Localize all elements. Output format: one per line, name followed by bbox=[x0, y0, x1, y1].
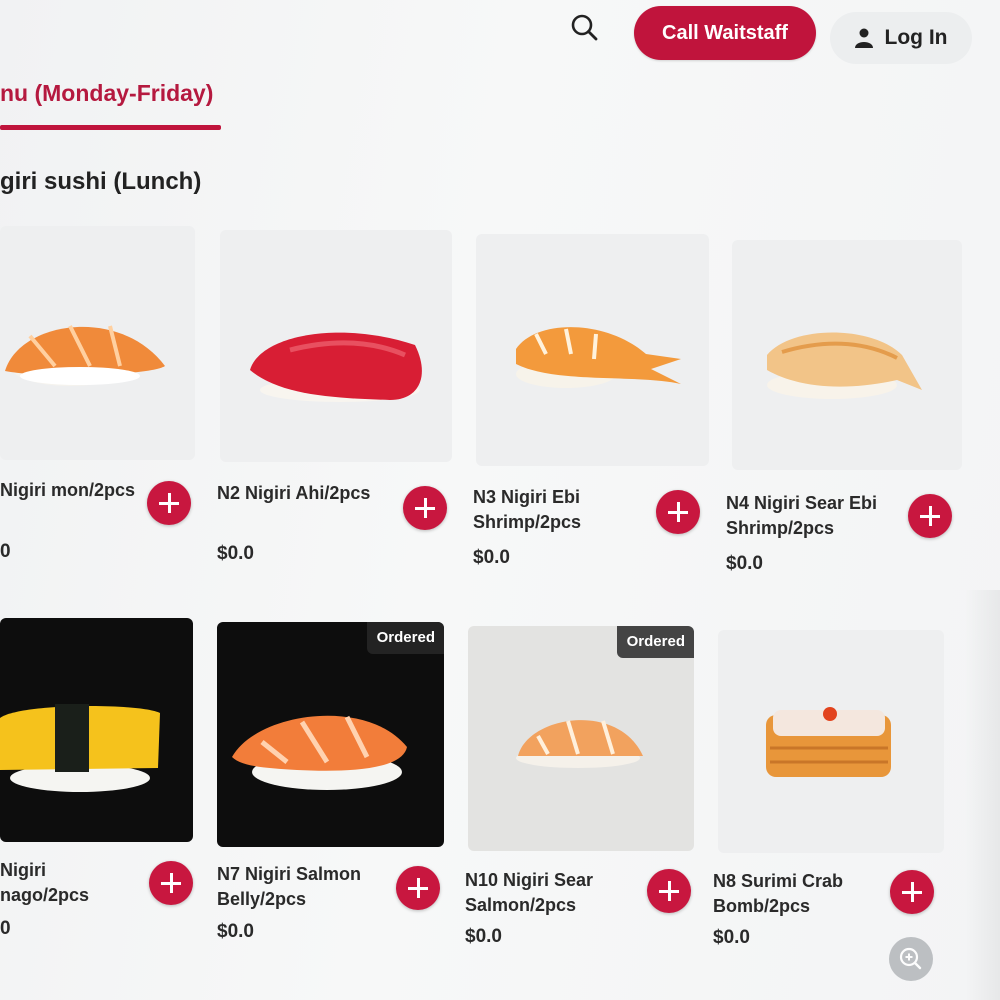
item-name: N10 Nigiri Sear Salmon/2pcs bbox=[465, 870, 594, 915]
seared-ebi-nigiri-image bbox=[767, 332, 922, 399]
add-item-button[interactable] bbox=[890, 870, 934, 914]
item-name: N8 Surimi Crab Bomb/2pcs bbox=[713, 871, 844, 916]
zoom-button[interactable] bbox=[889, 937, 933, 981]
salmon-belly-nigiri-image bbox=[232, 715, 407, 790]
add-item-button[interactable] bbox=[647, 869, 691, 913]
item-price: $0.0 bbox=[473, 547, 510, 568]
search-icon bbox=[571, 14, 598, 41]
search-button[interactable] bbox=[566, 10, 602, 46]
item-image[interactable]: Ordered bbox=[468, 626, 694, 851]
login-label: Log In bbox=[884, 26, 948, 49]
zoom-in-icon bbox=[899, 947, 922, 970]
add-item-button[interactable] bbox=[908, 494, 952, 538]
ordered-badge: Ordered bbox=[616, 626, 694, 658]
item-price: $0.0 bbox=[713, 927, 750, 948]
salmon-nigiri-image bbox=[5, 325, 165, 386]
tamago-nigiri-image bbox=[0, 704, 160, 792]
add-item-button[interactable] bbox=[396, 866, 440, 910]
item-price: $0.0 bbox=[217, 543, 254, 564]
item-price: $0.0 bbox=[217, 921, 254, 942]
item-image[interactable]: Ordered bbox=[217, 622, 444, 847]
user-icon bbox=[854, 28, 873, 48]
item-price: $0.0 bbox=[726, 553, 763, 574]
item-name: N2 Nigiri Ahi/2pcs bbox=[217, 483, 371, 503]
menu-screen: Call Waitstaff Log In nu (Monday-Friday)… bbox=[0, 0, 1000, 1000]
item-price: 0 bbox=[0, 541, 11, 562]
tab-active-indicator bbox=[0, 125, 221, 130]
item-image[interactable] bbox=[476, 234, 709, 466]
add-item-button[interactable] bbox=[403, 486, 447, 530]
item-image[interactable] bbox=[718, 630, 944, 853]
section-title: giri sushi (Lunch) bbox=[0, 168, 202, 195]
seared-salmon-nigiri-image bbox=[516, 720, 643, 768]
item-image[interactable] bbox=[0, 618, 193, 842]
call-waitstaff-button[interactable]: Call Waitstaff bbox=[634, 6, 816, 60]
edge-shadow bbox=[965, 590, 1000, 1000]
item-image[interactable] bbox=[732, 240, 962, 470]
item-name: Nigiri nago/2pcs bbox=[0, 860, 90, 905]
add-item-button[interactable] bbox=[149, 861, 193, 905]
ebi-shrimp-nigiri-image bbox=[516, 327, 681, 388]
add-item-button[interactable] bbox=[147, 481, 191, 525]
item-name: N7 Nigiri Salmon Belly/2pcs bbox=[217, 864, 362, 909]
item-name: N3 Nigiri Ebi Shrimp/2pcs bbox=[473, 487, 582, 532]
item-image[interactable] bbox=[0, 226, 195, 460]
add-item-button[interactable] bbox=[656, 490, 700, 534]
item-name: Nigiri mon/2pcs bbox=[0, 480, 136, 500]
item-image[interactable] bbox=[220, 230, 452, 462]
item-price: 0 bbox=[0, 918, 11, 939]
surimi-crab-bomb-image bbox=[766, 707, 891, 777]
item-name: N4 Nigiri Sear Ebi Shrimp/2pcs bbox=[726, 493, 878, 538]
tab-weekday-menu[interactable]: nu (Monday-Friday) bbox=[0, 80, 213, 107]
ordered-badge: Ordered bbox=[366, 622, 444, 654]
item-price: $0.0 bbox=[465, 926, 502, 947]
login-button[interactable]: Log In bbox=[830, 12, 972, 64]
tuna-nigiri-image bbox=[250, 332, 422, 402]
